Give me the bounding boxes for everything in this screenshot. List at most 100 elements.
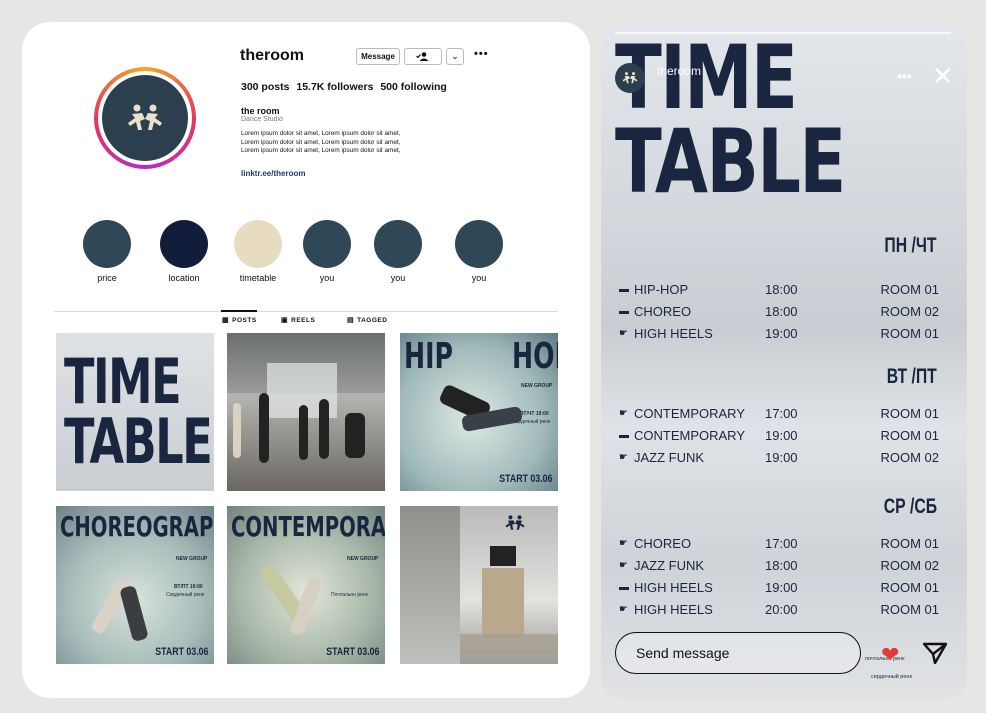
post-hiphop[interactable]: HIP HOP NEW GROUP ВТ/ЧТ 19:00 Сердечный … <box>400 333 558 491</box>
rack-wall <box>400 506 460 664</box>
profile-avatar-ring[interactable] <box>94 67 196 169</box>
bio-category: Dance Studio <box>241 116 284 123</box>
highlight-you-3[interactable]: you <box>448 220 510 283</box>
following-button[interactable] <box>404 48 442 65</box>
highlight-cover <box>160 220 208 268</box>
tab-divider <box>54 311 558 312</box>
highlight-you-1[interactable]: you <box>296 220 358 283</box>
tv-screen <box>490 546 516 566</box>
highlight-you-2[interactable]: you <box>367 220 429 283</box>
highlight-cover <box>374 220 422 268</box>
timetable-row: ▬ CONTEMPORARY 19:00 ROOM 01 <box>619 428 939 443</box>
post-studio-room[interactable] <box>400 506 558 664</box>
timetable-row: ☛ HIGH HEELS 20:00 ROOM 01 <box>619 602 939 617</box>
day-heading: ПН /ЧТ <box>884 234 937 257</box>
post-subtitle: NEW GROUP <box>347 556 379 562</box>
timetable-row: ☛ HIGH HEELS 19:00 ROOM 01 <box>619 326 939 341</box>
highlight-cover <box>234 220 282 268</box>
profile-stats: 300 posts 15.7K followers 500 following <box>241 81 447 93</box>
post-choreography[interactable]: CHOREOGRAPHY NEW GROUP ВТ/ПТ 19:00 Серде… <box>56 506 214 664</box>
post-title: CONTEMPORARY <box>231 510 385 543</box>
heart-icon[interactable]: ❤ <box>881 644 899 666</box>
post-start-date: START 03.06 <box>325 646 379 658</box>
story-avatar[interactable] <box>615 63 645 93</box>
dash-mark-icon: ▬ <box>619 306 629 317</box>
bio-link[interactable]: linktr.ee/theroom <box>241 169 305 178</box>
close-icon[interactable]: ✕ <box>932 63 954 89</box>
dancers-logo-icon <box>505 515 525 530</box>
more-options-icon[interactable]: ••• <box>474 48 489 60</box>
highlight-label: you <box>319 273 335 283</box>
post-title: HOP <box>512 336 558 377</box>
dash-mark-icon: ▬ <box>619 430 629 441</box>
dancer-figure <box>345 413 365 458</box>
tagged-icon: ▤ <box>347 317 355 324</box>
highlight-location[interactable]: location <box>153 220 215 283</box>
post-title: CHOREOGRAPHY <box>60 510 214 543</box>
grid-icon: ▦ <box>222 317 230 324</box>
post-title-line: TABLE <box>64 405 213 478</box>
highlight-price[interactable]: price <box>76 220 138 283</box>
dash-mark-icon: ▬ <box>619 284 629 295</box>
timetable-row: ▬ HIP-HOP 18:00 ROOM 01 <box>619 282 939 297</box>
highlight-cover <box>83 220 131 268</box>
dancer-figure <box>319 399 329 459</box>
post-start-date: START 03.06 <box>498 473 552 485</box>
hand-mark-icon: ☛ <box>619 408 628 419</box>
timetable-row: ☛ CONTEMPORARY 17:00 ROOM 01 <box>619 406 939 421</box>
post-contemporary[interactable]: CONTEMPORARY NEW GROUP Почтальон ренк ST… <box>227 506 385 664</box>
dancer-figure <box>119 584 149 643</box>
tab-posts[interactable]: ▦ POSTS <box>222 316 257 325</box>
active-tab-indicator <box>221 310 257 312</box>
dancers-logo-icon <box>622 72 638 84</box>
hand-mark-icon: ☛ <box>619 604 628 615</box>
timetable-row: ▬ HIGH HEELS 19:00 ROOM 01 <box>619 580 939 595</box>
message-button[interactable]: Message <box>356 48 400 65</box>
post-subtitle: NEW GROUP <box>521 383 553 389</box>
debris <box>460 634 558 654</box>
suggested-dropdown-button[interactable]: ⌄ <box>446 48 464 65</box>
post-studio-photo[interactable] <box>227 333 385 491</box>
story-username[interactable]: theroom <box>657 64 701 78</box>
more-options-icon[interactable]: ••• <box>897 68 912 84</box>
hand-mark-icon: ☛ <box>619 452 628 463</box>
story-caption: сердечный ренк <box>871 674 912 680</box>
story-viewer: TIME TABLE theroom ••• ✕ ПН /ЧТ ▬ HIP-HOP… <box>601 22 967 698</box>
tab-tagged[interactable]: ▤ TAGGED <box>347 316 387 325</box>
highlight-label: you <box>471 273 487 283</box>
dancer-figure <box>259 393 269 463</box>
chevron-down-icon: ⌄ <box>451 51 459 61</box>
post-timetable[interactable]: TIME TABLE <box>56 333 214 491</box>
post-title: HIP <box>404 336 453 377</box>
tab-reels[interactable]: ▣ REELS <box>281 316 315 325</box>
following-count[interactable]: 500 following <box>380 81 447 93</box>
person-check-icon <box>416 52 429 61</box>
posts-count[interactable]: 300 posts <box>241 81 289 93</box>
send-message-input[interactable]: Send message <box>615 632 861 674</box>
profile-card: theroom Message ⌄ ••• 300 posts 15.7K fo… <box>22 22 590 698</box>
post-days: ВТ/ПТ 19:00 <box>174 584 203 590</box>
highlight-cover <box>303 220 351 268</box>
day-heading: СР /СБ <box>883 495 937 518</box>
timetable-row: ▬ CHOREO 18:00 ROOM 02 <box>619 304 939 319</box>
post-days: ВТ/ЧТ 19:00 <box>520 411 549 417</box>
timetable-row: ☛ JAZZ FUNK 18:00 ROOM 02 <box>619 558 939 573</box>
post-start-date: START 03.06 <box>154 646 208 658</box>
bio-text: Lorem ipsum dolor sit amet, Lorem ipsum … <box>241 130 401 154</box>
followers-count[interactable]: 15.7K followers <box>296 81 373 93</box>
dancer-figure <box>233 403 241 458</box>
timetable-row: ☛ CHOREO 17:00 ROOM 01 <box>619 536 939 551</box>
highlight-label: location <box>168 273 200 283</box>
post-title-line: TIME <box>64 345 182 418</box>
highlight-label: you <box>390 273 406 283</box>
story-title-line2: TABLE <box>615 110 846 213</box>
highlight-timetable[interactable]: timetable <box>227 220 289 283</box>
dash-mark-icon: ▬ <box>619 582 629 593</box>
highlight-label: price <box>97 273 117 283</box>
hand-mark-icon: ☛ <box>619 328 628 339</box>
post-caption: Почтальон ренк <box>331 592 368 598</box>
avatar <box>102 75 188 161</box>
highlight-label: timetable <box>239 273 277 283</box>
send-icon[interactable] <box>922 642 948 669</box>
day-heading: ВТ /ПТ <box>886 365 937 388</box>
